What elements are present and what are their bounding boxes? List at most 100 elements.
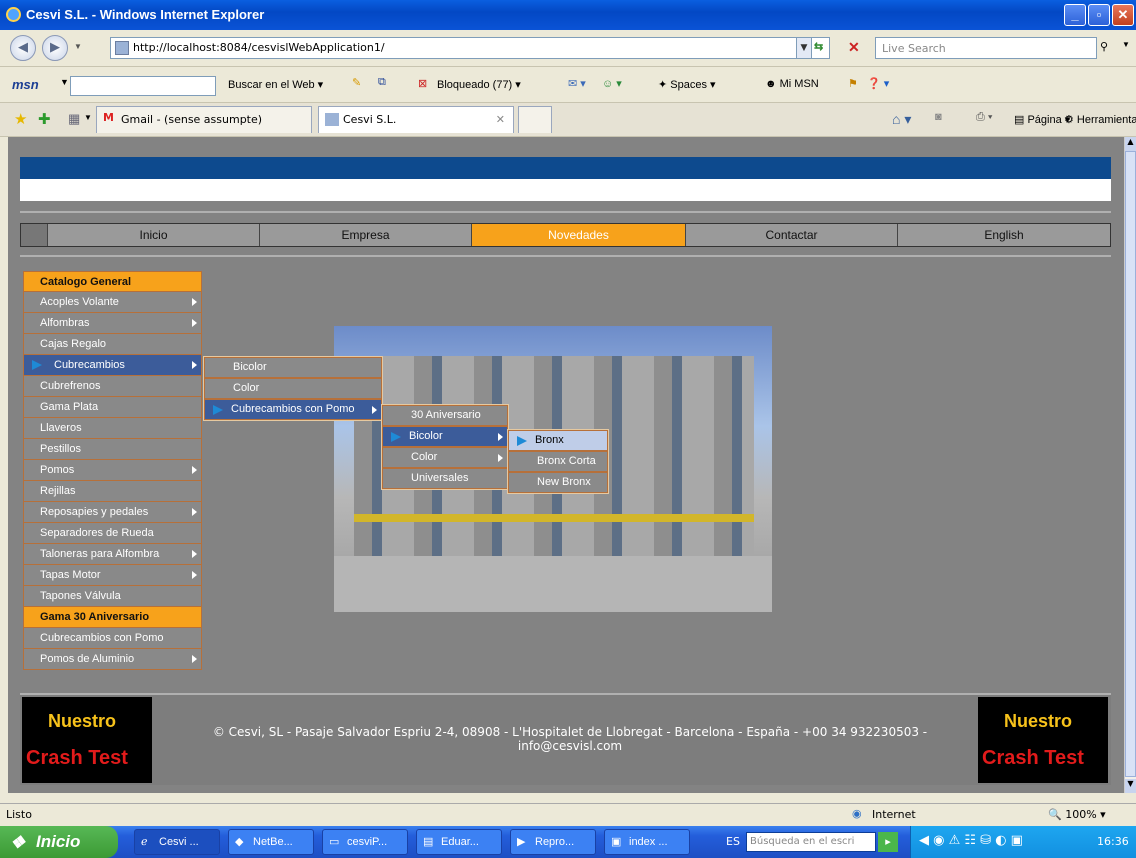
help-icon[interactable]: ❓ ▾ (867, 77, 889, 90)
scroll-down-icon[interactable]: ▼ (1125, 779, 1136, 793)
nav-english[interactable]: English (897, 224, 1110, 246)
address-input[interactable]: http://localhost:8084/cesvislWebApplicat… (110, 37, 830, 59)
status-bar: Listo ◉ Internet 🔍 100% ▾ (0, 803, 1136, 825)
nav-inicio[interactable]: Inicio (47, 224, 259, 246)
quick-tabs-icon[interactable]: ▦ (68, 111, 80, 127)
live-search-input[interactable]: Live Search (875, 37, 1097, 59)
submenu-arrow-icon (498, 433, 503, 441)
tab-list-dropdown-icon[interactable]: ▼ (84, 113, 92, 122)
submenu-item[interactable]: Color (204, 378, 382, 399)
desktop-search-input[interactable]: Búsqueda en el escri (746, 832, 876, 852)
sidebar-item[interactable]: Gama Plata (23, 397, 202, 418)
back-button[interactable]: ◀ (10, 35, 36, 61)
taskbar-item-word[interactable]: ▤ Eduar... (416, 829, 502, 855)
search-icon[interactable]: ⚲ (1100, 40, 1108, 53)
tools-menu-button[interactable]: ⚙ Herramientas ▾ (1064, 113, 1136, 126)
submenu-item-active[interactable]: Bicolor (382, 426, 508, 447)
language-indicator[interactable]: ES (726, 835, 740, 848)
submenu-item[interactable]: Bicolor (204, 357, 382, 378)
mi-msn-button[interactable]: ☻ Mi MSN (765, 78, 819, 90)
sidebar-item[interactable]: Rejillas (23, 481, 202, 502)
forward-button[interactable]: ▶ (42, 35, 68, 61)
history-dropdown-icon[interactable]: ▼ (74, 42, 82, 51)
submenu-item[interactable]: Bronx Corta (508, 451, 608, 472)
vertical-scrollbar[interactable]: ▲ ▼ (1124, 137, 1136, 793)
edit-icon[interactable]: ⧉ (378, 76, 386, 89)
crash-test-banner-right[interactable]: Nuestro Crash Test (978, 697, 1108, 783)
add-favorites-icon[interactable]: ✚ (38, 110, 51, 128)
maximize-button[interactable]: ▫ (1088, 4, 1110, 26)
refresh-icon[interactable]: ⇆ (814, 40, 823, 53)
spaces-button[interactable]: ✦ Spaces ▾ (658, 78, 716, 91)
feeds-icon[interactable]: ◙ (935, 111, 942, 123)
msn-search-web-button[interactable]: Buscar en el Web ▾ (228, 78, 323, 91)
popup-blocked-button[interactable]: Bloqueado (77) ▾ (437, 78, 521, 91)
highlight-icon[interactable]: ✎ (352, 76, 361, 89)
msn-logo-icon[interactable]: msn (12, 77, 39, 92)
sidebar-item[interactable]: Separadores de Rueda (23, 523, 202, 544)
submenu-item-label: Universales (411, 472, 469, 484)
taskbar-item-folder[interactable]: ▭ cesviP... (322, 829, 408, 855)
nav-empresa[interactable]: Empresa (259, 224, 471, 246)
submenu-item-active[interactable]: Cubrecambios con Pomo (204, 399, 382, 420)
sidebar-item[interactable]: Cajas Regalo (23, 334, 202, 355)
submenu-item[interactable]: Color (382, 447, 508, 468)
tab-gmail[interactable]: M Gmail - (sense assumpte) (96, 106, 312, 133)
home-icon[interactable]: ⌂ ▾ (892, 111, 911, 128)
sidebar-item[interactable]: Pomos (23, 460, 202, 481)
sidebar-item[interactable]: Pomos de Aluminio (23, 649, 202, 670)
close-button[interactable]: ✕ (1112, 4, 1134, 26)
crash-test-banner-left[interactable]: Nuestro Crash Test (22, 697, 152, 783)
msn-search-input[interactable] (70, 76, 216, 96)
close-tab-icon[interactable]: ✕ (496, 113, 505, 126)
sidebar-item[interactable]: Cubrecambios con Pomo (23, 628, 202, 649)
sidebar-item[interactable]: Acoples Volante (23, 292, 202, 313)
sidebar-item-label: Pestillos (40, 443, 81, 455)
start-button[interactable]: ❖ Inicio (0, 826, 118, 858)
search-options-icon[interactable]: ▼ (1122, 40, 1130, 49)
sidebar-item-active[interactable]: Cubrecambios (23, 355, 202, 376)
selected-pointer-icon (391, 432, 401, 442)
submenu-item[interactable]: New Bronx (508, 472, 608, 493)
address-dropdown-icon[interactable]: ▼ (796, 37, 812, 59)
sidebar-item[interactable]: Pestillos (23, 439, 202, 460)
sidebar-item[interactable]: Taloneras para Alfombra (23, 544, 202, 565)
sidebar-item[interactable]: Llaveros (23, 418, 202, 439)
minimize-button[interactable]: _ (1064, 4, 1086, 26)
footer-address: © Cesvi, SL - Pasaje Salvador Espriu 2-4… (212, 725, 928, 753)
page-menu-button[interactable]: ▤ Página ▾ (1014, 113, 1070, 126)
nav-contactar[interactable]: Contactar (685, 224, 897, 246)
favorites-star-icon[interactable]: ★ (14, 110, 27, 128)
new-tab-button[interactable] (518, 106, 552, 133)
submenu-arrow-icon (192, 298, 197, 306)
stop-icon[interactable]: ✕ (848, 39, 860, 56)
nav-novedades[interactable]: Novedades (471, 224, 685, 246)
site-header-white (20, 179, 1111, 201)
sidebar-item[interactable]: Tapas Motor (23, 565, 202, 586)
sidebar-item[interactable]: Tapones Válvula (23, 586, 202, 607)
sidebar-item[interactable]: Reposapies y pedales (23, 502, 202, 523)
msn-menu-dropdown-icon[interactable]: ▼ (60, 77, 69, 87)
submenu-item[interactable]: 30 Aniversario (382, 405, 508, 426)
taskbar-item-cesvi[interactable]: ℯ Cesvi ... (134, 829, 220, 855)
tab-cesvi[interactable]: Cesvi S.L. ✕ (318, 106, 514, 133)
mail-icon[interactable]: ✉ ▾ (568, 77, 586, 90)
submenu-item-active[interactable]: Bronx (508, 430, 608, 451)
taskbar-item-netbeans[interactable]: ◆ NetBe... (228, 829, 314, 855)
messenger-icon[interactable]: ☺ ▾ (602, 77, 622, 90)
msn-extras-icon[interactable]: ⚑ (848, 77, 858, 90)
print-icon[interactable]: ⎙ ▾ (976, 111, 992, 124)
tray-icons[interactable]: ◀ ◉ ⚠ ☷ ⛁ ◐ ▣ (919, 833, 1023, 848)
submenu-item[interactable]: Universales (382, 468, 508, 489)
scroll-up-icon[interactable]: ▲ (1125, 137, 1136, 151)
scroll-thumb[interactable] (1125, 151, 1136, 777)
zoom-control[interactable]: 🔍 100% ▾ (1048, 808, 1106, 821)
taskbar-item-player[interactable]: ▶ Repro... (510, 829, 596, 855)
sidebar-item-label: Pomos de Aluminio (40, 653, 135, 665)
submenu-arrow-icon (372, 406, 377, 414)
sidebar-item[interactable]: Alfombras (23, 313, 202, 334)
sidebar-item[interactable]: Cubrefrenos (23, 376, 202, 397)
desktop-search-go-icon[interactable]: ▸ (878, 832, 898, 852)
taskbar-item-index[interactable]: ▣ index ... (604, 829, 690, 855)
popup-blocker-icon[interactable]: ⊠ (418, 77, 427, 90)
